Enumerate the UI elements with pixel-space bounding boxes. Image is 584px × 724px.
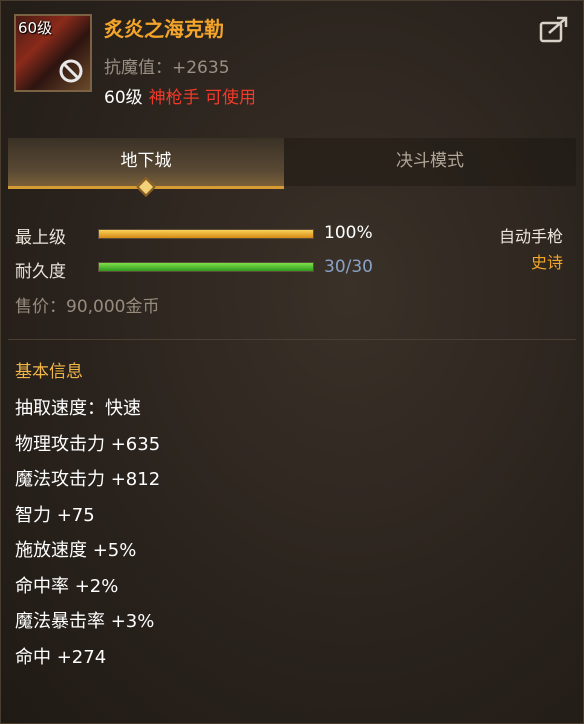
durability-bar-fill: [99, 263, 313, 271]
attribute-item: 命中率 +2%: [15, 575, 119, 597]
attribute-item: 物理攻击力 +635: [15, 433, 161, 455]
upgrade-value: 100%: [324, 223, 373, 243]
attribute-item: 魔法攻击力 +812: [15, 469, 161, 490]
share-icon[interactable]: [539, 15, 569, 43]
durability-label: 耐久度: [15, 262, 66, 282]
item-tooltip: 60级 炙炎之海克勒 抗魔值：+2635 60级 神枪手 可使用 地下城 决斗模式…: [0, 0, 584, 724]
attribute-item: 魔法暴击率 +3%: [15, 611, 155, 632]
item-name: 炙炎之海克勒: [104, 17, 224, 41]
rarity-label: 史诗: [530, 253, 563, 272]
sell-price: 售价：90,000金币: [15, 297, 160, 317]
upgrade-bar-fill: [99, 230, 313, 238]
item-icon[interactable]: 60级: [14, 14, 92, 92]
durability-bar: [98, 262, 314, 272]
weapon-type: 自动手枪: [498, 227, 563, 246]
attribute-item: 施放速度 +5%: [15, 540, 137, 561]
item-header: 60级 炙炎之海克勒 抗魔值：+2635 60级 神枪手 可使用: [1, 1, 583, 121]
section-title-basic-info: 基本信息: [15, 362, 83, 382]
durability-value: 30/30: [324, 257, 373, 277]
upgrade-label: 最上级: [15, 228, 66, 248]
attribute-list: 抽取速度：快速 物理攻击力 +635 魔法攻击力 +812 智力 +75 施放速…: [15, 394, 160, 678]
magic-resist: 抗魔值：+2635: [104, 58, 230, 78]
attribute-item: 智力 +75: [15, 504, 95, 526]
upgrade-bar: [98, 229, 314, 239]
item-level-badge: 60级: [18, 19, 53, 37]
required-class: 神枪手 可使用: [148, 88, 257, 108]
divider: [8, 339, 576, 340]
attribute-item: 抽取速度：快速: [15, 398, 141, 419]
no-entry-icon: [59, 59, 83, 83]
mode-tabs: 地下城 决斗模式: [8, 138, 576, 197]
requirement: 60级 神枪手 可使用: [104, 83, 256, 108]
required-level: 60级: [104, 88, 143, 108]
attribute-item: 命中 +274: [15, 646, 107, 668]
tab-pvp[interactable]: 决斗模式: [284, 138, 576, 186]
